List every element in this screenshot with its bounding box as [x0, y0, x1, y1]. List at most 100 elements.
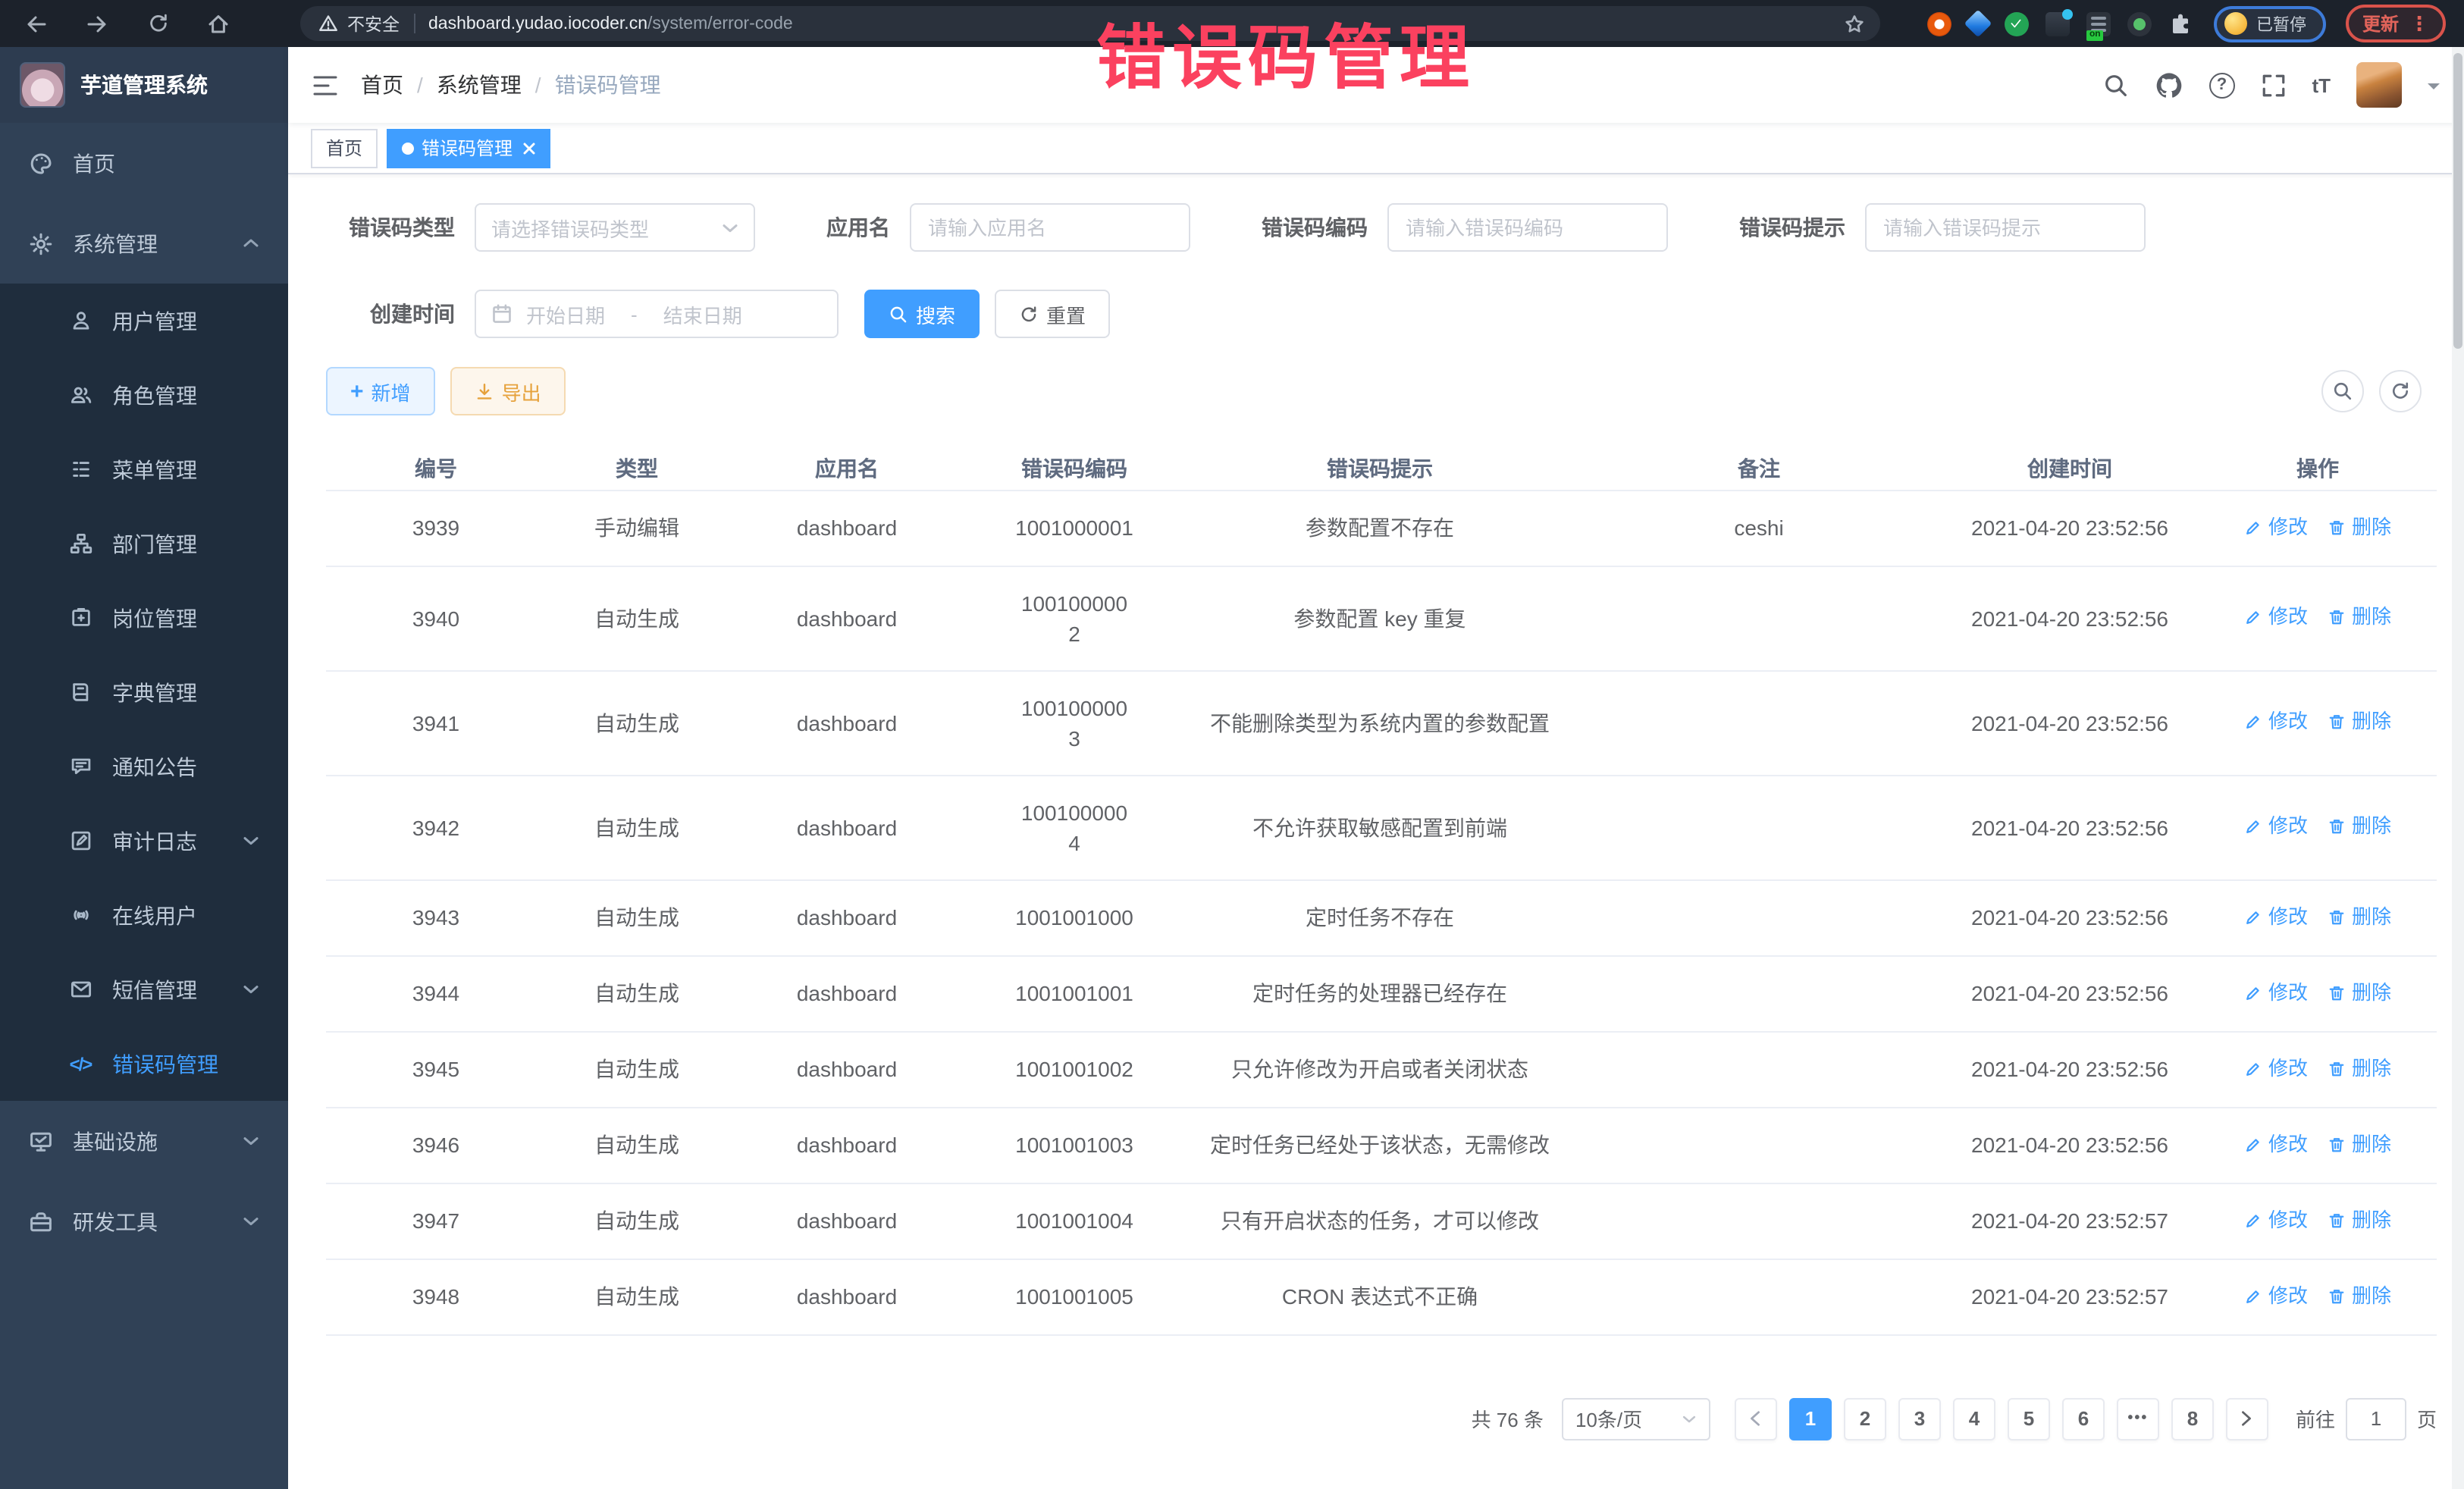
tab-close-icon[interactable]: [523, 142, 535, 154]
prev-page-button[interactable]: [1735, 1397, 1777, 1440]
sidebar-item-error-code[interactable]: </> 错误码管理: [0, 1027, 288, 1101]
error-code-input[interactable]: [1387, 203, 1668, 252]
add-button[interactable]: + 新增: [326, 367, 435, 415]
tab-home[interactable]: 首页: [311, 128, 378, 168]
show-search-button[interactable]: [2321, 370, 2364, 412]
error-type-select[interactable]: 请选择错误码类型: [475, 203, 755, 252]
extension-paused-pill[interactable]: 已暂停: [2214, 5, 2326, 42]
extension-key-icon[interactable]: [2127, 11, 2152, 36]
edit-link[interactable]: 修改: [2244, 1129, 2308, 1159]
sidebar-item-system[interactable]: 系统管理: [0, 203, 288, 284]
more-pages-button[interactable]: •••: [2117, 1397, 2159, 1440]
page-button[interactable]: 1: [1789, 1397, 1832, 1440]
extension-gem-icon[interactable]: [1964, 10, 1992, 38]
edit-link[interactable]: 修改: [2244, 1053, 2308, 1083]
browser-update-button[interactable]: 更新 ⋮: [2346, 5, 2446, 42]
browser-home-icon[interactable]: [200, 5, 237, 42]
browser-back-icon[interactable]: [18, 5, 55, 42]
sidebar-logo-row[interactable]: 芋道管理系统: [0, 47, 288, 123]
scrollbar-thumb[interactable]: [2453, 53, 2462, 349]
edit-link[interactable]: 修改: [2244, 1281, 2308, 1311]
extension-on-badge: on: [2086, 30, 2104, 40]
tab-error-code[interactable]: 错误码管理: [387, 128, 550, 168]
export-button[interactable]: 导出: [450, 367, 566, 415]
page-button[interactable]: 6: [2062, 1397, 2105, 1440]
delete-link[interactable]: 删除: [2328, 1205, 2391, 1235]
delete-link[interactable]: 删除: [2328, 707, 2391, 737]
extension-tabs-icon[interactable]: on: [2086, 11, 2111, 36]
table-header-row: 编号 类型 应用名 错误码编码 错误码提示 备注 创建时间 操作: [326, 447, 2437, 490]
edit-link[interactable]: 修改: [2244, 1205, 2308, 1235]
browser-reload-icon[interactable]: [140, 5, 176, 42]
sidebar-item-departments[interactable]: 部门管理: [0, 506, 288, 581]
url-divider: [413, 14, 415, 33]
delete-link[interactable]: 删除: [2328, 811, 2391, 842]
sidebar-item-users[interactable]: 用户管理: [0, 284, 288, 358]
extension-grid-icon[interactable]: [2045, 11, 2070, 36]
extension-green-icon[interactable]: [2005, 11, 2029, 36]
date-range-picker[interactable]: 开始日期 - 结束日期: [475, 290, 839, 338]
announcement-icon: [68, 755, 92, 778]
avatar-caret-icon[interactable]: [2428, 83, 2440, 95]
help-icon[interactable]: ?: [2209, 72, 2234, 98]
reset-button[interactable]: 重置: [995, 290, 1110, 338]
browser-menu-icon[interactable]: ⋮: [2409, 11, 2429, 36]
breadcrumb-home[interactable]: 首页: [361, 70, 403, 100]
delete-link[interactable]: 删除: [2328, 977, 2391, 1008]
sidebar-item-audit-log[interactable]: 审计日志: [0, 804, 288, 878]
breadcrumb-system[interactable]: 系统管理: [437, 70, 522, 100]
sidebar-item-infrastructure[interactable]: 基础设施: [0, 1101, 288, 1181]
edit-link[interactable]: 修改: [2244, 512, 2308, 542]
edit-link[interactable]: 修改: [2244, 811, 2308, 842]
header-search-icon[interactable]: [2102, 72, 2128, 98]
sidebar-item-posts[interactable]: 岗位管理: [0, 581, 288, 655]
chevron-down-icon: [243, 1216, 259, 1227]
sidebar-item-sms[interactable]: 短信管理: [0, 952, 288, 1027]
app-name-input[interactable]: [910, 203, 1190, 252]
table-tools: [2321, 370, 2422, 412]
refresh-table-button[interactable]: [2379, 370, 2422, 412]
error-hint-input[interactable]: [1865, 203, 2146, 252]
edit-link[interactable]: 修改: [2244, 707, 2308, 737]
user-avatar[interactable]: [2356, 62, 2402, 108]
sidebar-item-label: 通知公告: [112, 751, 197, 782]
address-bar[interactable]: 不安全 dashboard.yudao.iocoder.cn /system/e…: [300, 6, 1880, 41]
hamburger-icon[interactable]: [312, 74, 338, 96]
delete-link[interactable]: 删除: [2328, 901, 2391, 932]
edit-link[interactable]: 修改: [2244, 901, 2308, 932]
page-size-select[interactable]: 10条/页: [1562, 1397, 1710, 1440]
sidebar-item-devtools[interactable]: 研发工具: [0, 1181, 288, 1262]
sidebar-item-roles[interactable]: 角色管理: [0, 358, 288, 432]
search-button[interactable]: 搜索: [864, 290, 980, 338]
bookmark-star-icon[interactable]: [1844, 13, 1865, 34]
next-page-button[interactable]: [2226, 1397, 2268, 1440]
sidebar-item-dictionary[interactable]: 字典管理: [0, 655, 288, 729]
page-button[interactable]: 3: [1898, 1397, 1941, 1440]
trash-icon: [2328, 1059, 2346, 1077]
edit-link[interactable]: 修改: [2244, 977, 2308, 1008]
delete-link[interactable]: 删除: [2328, 1129, 2391, 1159]
page-button[interactable]: 8: [2171, 1397, 2214, 1440]
sidebar-item-notices[interactable]: 通知公告: [0, 729, 288, 804]
page-button[interactable]: 2: [1844, 1397, 1886, 1440]
github-icon[interactable]: [2154, 71, 2183, 99]
edit-link[interactable]: 修改: [2244, 602, 2308, 632]
fullscreen-icon[interactable]: [2260, 72, 2286, 98]
delete-link[interactable]: 删除: [2328, 512, 2391, 542]
site-security[interactable]: 不安全: [318, 11, 400, 36]
sidebar-item-menus[interactable]: 菜单管理: [0, 432, 288, 506]
browser-forward-icon[interactable]: [79, 5, 115, 42]
edit-icon: [2244, 1135, 2262, 1153]
page-button[interactable]: 4: [1953, 1397, 1995, 1440]
page-button[interactable]: 5: [2008, 1397, 2050, 1440]
sidebar-item-online-users[interactable]: 在线用户: [0, 878, 288, 952]
sidebar-item-home[interactable]: 首页: [0, 123, 288, 203]
goto-page-input[interactable]: [2346, 1397, 2406, 1440]
font-size-icon[interactable]: tT: [2312, 74, 2331, 96]
delete-link[interactable]: 删除: [2328, 1281, 2391, 1311]
extension-orange-icon[interactable]: [1927, 11, 1951, 36]
delete-link[interactable]: 删除: [2328, 602, 2391, 632]
sidebar-item-label: 在线用户: [112, 900, 197, 930]
extensions-puzzle-icon[interactable]: [2168, 11, 2193, 36]
delete-link[interactable]: 删除: [2328, 1053, 2391, 1083]
